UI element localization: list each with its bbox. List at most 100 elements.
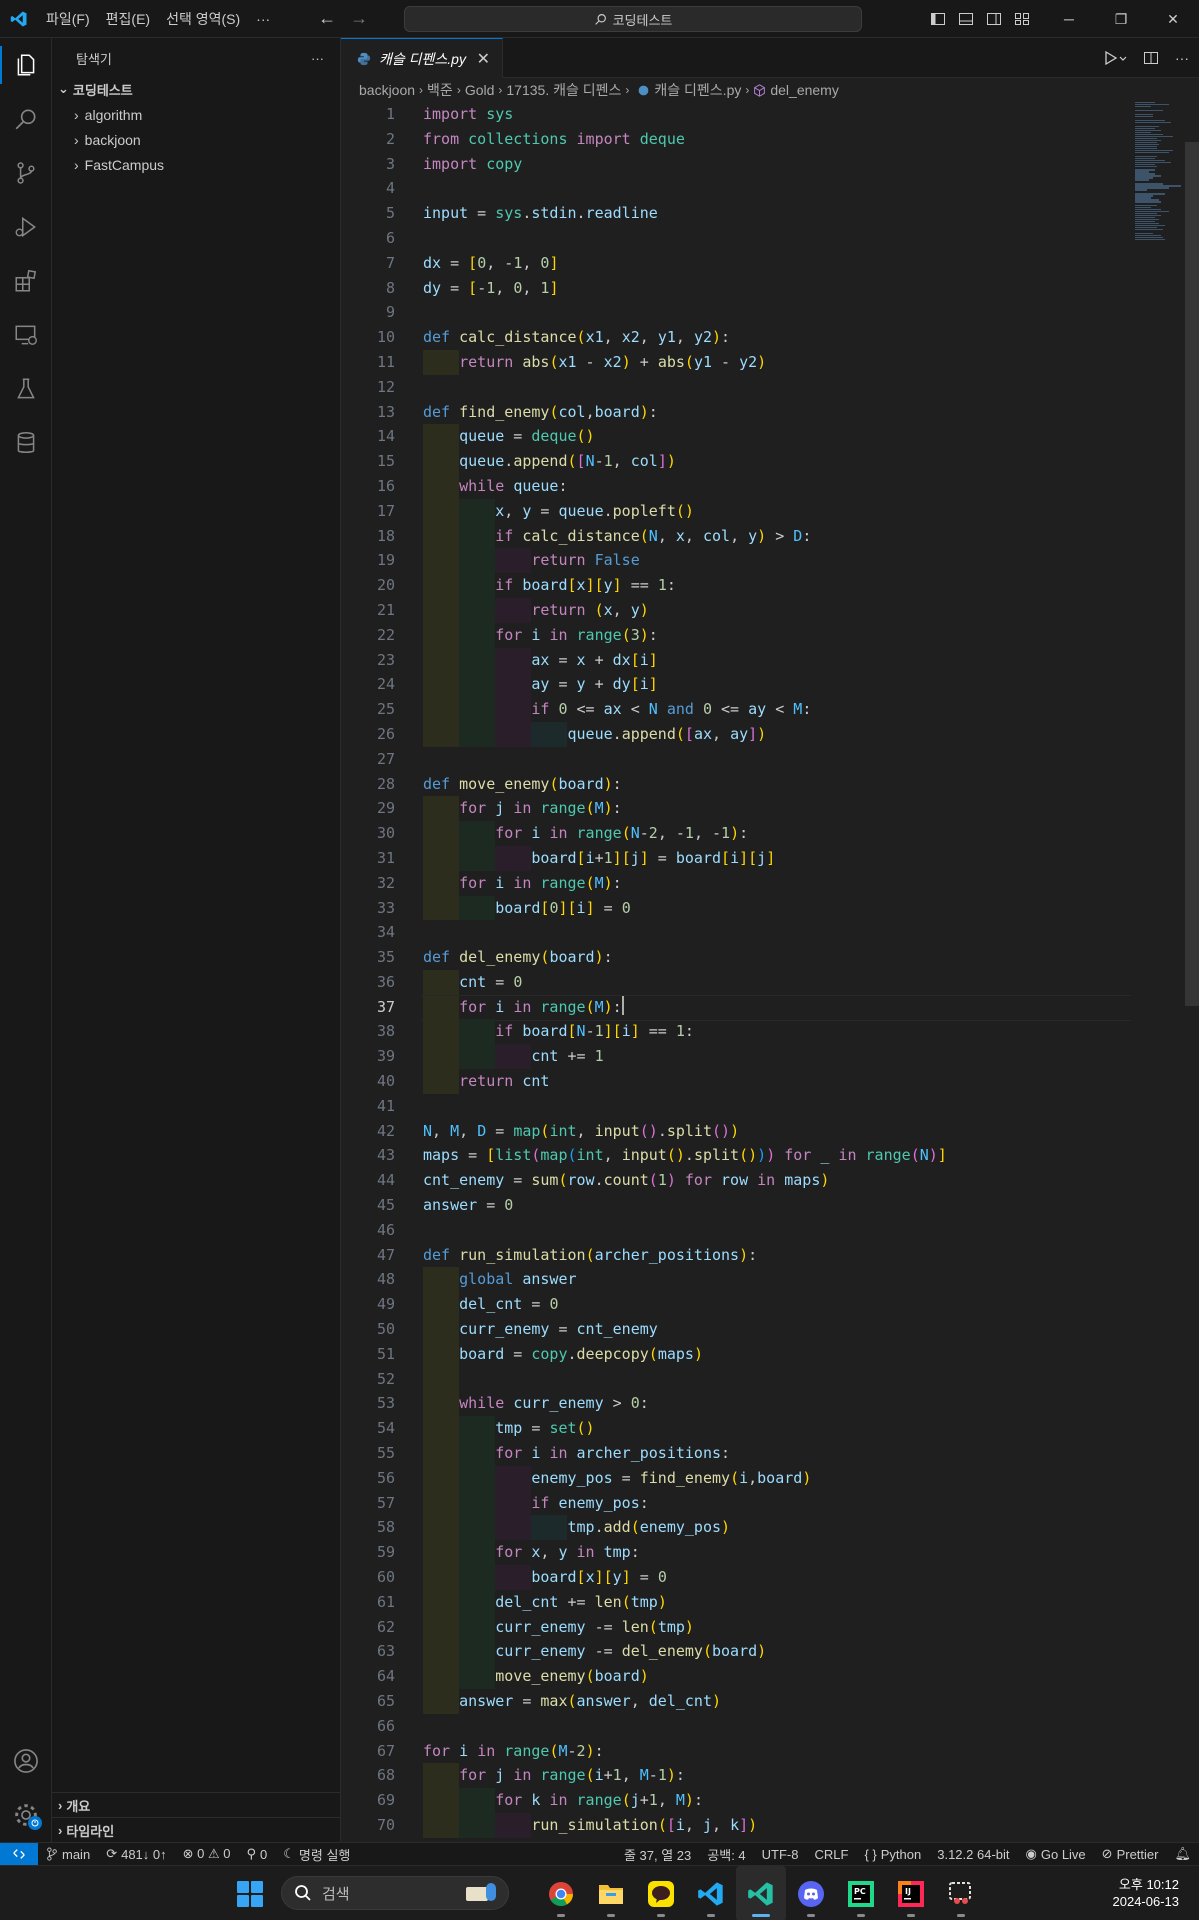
code-line[interactable]: 57 if enemy_pos: <box>341 1490 1131 1516</box>
code-line[interactable]: 61 del_cnt += len(tmp) <box>341 1589 1131 1615</box>
manage-activity[interactable] <box>0 1788 52 1842</box>
code-line[interactable]: 13 def find_enemy(col,board): <box>341 400 1131 425</box>
command-center-search[interactable]: 코딩테스트 <box>404 6 862 32</box>
code-line[interactable]: 45 answer = 0 <box>341 1193 1131 1218</box>
remote-explorer-activity[interactable] <box>0 308 52 362</box>
interpreter-status[interactable]: 3.12.2 64-bit <box>929 1847 1017 1862</box>
vertical-scrollbar[interactable] <box>1185 102 1199 1842</box>
code-line[interactable]: 33 board[0][i] = 0 <box>341 895 1131 921</box>
indentation-status[interactable]: 공백: 4 <box>699 1845 753 1864</box>
breadcrumb-item[interactable]: 캐슬 디펜스.py <box>654 80 741 100</box>
go-live-status[interactable]: ◉ Go Live <box>1018 1846 1094 1862</box>
workspace-folder-header[interactable]: ⌄ 코딩테스트 <box>52 78 340 100</box>
windows-start-icon[interactable] <box>236 1880 264 1908</box>
code-line[interactable]: 1 import sys <box>341 102 1131 127</box>
code-line[interactable]: 16 while queue: <box>341 473 1131 499</box>
code-line[interactable]: 65 answer = max(answer, del_cnt) <box>341 1689 1131 1714</box>
code-line-current[interactable]: 37 for i in range(M): <box>341 994 1131 1021</box>
minimize-button[interactable]: ─ <box>1043 0 1095 38</box>
problems-status[interactable]: ⊗ 0 ⚠ 0 <box>175 1846 239 1862</box>
restore-button[interactable]: ❐ <box>1095 0 1147 38</box>
toggle-secondary-sidebar-icon[interactable] <box>986 11 1002 27</box>
code-line[interactable]: 24 ay = y + dy[i] <box>341 672 1131 698</box>
search-activity[interactable] <box>0 92 52 146</box>
code-line[interactable]: 23 ax = x + dx[i] <box>341 647 1131 673</box>
taskbar-vscode[interactable] <box>686 1866 736 1920</box>
code-line[interactable]: 43 maps = [list(map(int, input().split())… <box>341 1143 1131 1168</box>
tree-item-algorithm[interactable]: › algorithm <box>52 102 340 127</box>
code-line[interactable]: 56 enemy_pos = find_enemy(i,board) <box>341 1465 1131 1491</box>
encoding-status[interactable]: UTF-8 <box>754 1847 807 1862</box>
prettier-status[interactable]: ⊘ Prettier <box>1094 1846 1167 1862</box>
code-line[interactable]: 32 for i in range(M): <box>341 870 1131 896</box>
code-line[interactable]: 40 return cnt <box>341 1069 1131 1094</box>
code-line[interactable]: 6 <box>341 226 1131 251</box>
code-line[interactable]: 20 if board[x][y] == 1: <box>341 573 1131 598</box>
tree-item-backjoon[interactable]: › backjoon <box>52 127 340 152</box>
code-line[interactable]: 52 <box>341 1366 1131 1392</box>
code-line[interactable]: 41 <box>341 1094 1131 1119</box>
toggle-panel-icon[interactable] <box>958 11 974 27</box>
taskbar-vscode-insiders[interactable] <box>736 1866 786 1920</box>
remote-indicator-icon[interactable] <box>0 1842 38 1866</box>
breadcrumb-item[interactable]: 17135. 캐슬 디펜스 <box>506 80 621 100</box>
run-debug-activity[interactable] <box>0 200 52 254</box>
menu-edit[interactable]: 편집(E) <box>98 0 158 38</box>
run-command-status[interactable]: ☾ 명령 실행 <box>275 1845 358 1864</box>
sidebar-more-button[interactable]: ··· <box>311 51 324 66</box>
forward-arrow-icon[interactable]: → <box>350 8 368 29</box>
eol-status[interactable]: CRLF <box>807 1847 857 1862</box>
taskbar-file-explorer[interactable] <box>586 1866 636 1920</box>
taskbar-chrome[interactable] <box>536 1866 586 1920</box>
breadcrumb-item[interactable]: Gold <box>465 82 495 98</box>
toggle-primary-sidebar-icon[interactable] <box>930 11 946 27</box>
taskbar-snipping-tool[interactable] <box>936 1866 986 1920</box>
code-line[interactable]: 67 for i in range(M-2): <box>341 1739 1131 1764</box>
code-line[interactable]: 68 for j in range(i+1, M-1): <box>341 1763 1131 1789</box>
menu-more[interactable]: ··· <box>248 0 278 38</box>
code-line[interactable]: 63 curr_enemy -= del_enemy(board) <box>341 1639 1131 1665</box>
code-line[interactable]: 26 queue.append([ax, ay]) <box>341 721 1131 747</box>
code-line[interactable]: 7 dx = [0, -1, 0] <box>341 251 1131 276</box>
breadcrumb-item[interactable]: 백준 <box>427 80 453 100</box>
code-line[interactable]: 10 def calc_distance(x1, x2, y1, y2): <box>341 325 1131 350</box>
code-line[interactable]: 54 tmp = set() <box>341 1416 1131 1442</box>
code-line[interactable]: 34 <box>341 920 1131 945</box>
database-activity[interactable] <box>0 416 52 470</box>
code-line[interactable]: 62 curr_enemy -= len(tmp) <box>341 1614 1131 1640</box>
code-line[interactable]: 60 board[x][y] = 0 <box>341 1565 1131 1590</box>
code-line[interactable]: 5 input = sys.stdin.readline <box>341 201 1131 226</box>
code-line[interactable]: 31 board[i+1][j] = board[i][j] <box>341 845 1131 871</box>
code-line[interactable]: 4 <box>341 176 1131 201</box>
cursor-position-status[interactable]: 줄 37, 열 23 <box>616 1845 699 1864</box>
code-line[interactable]: 64 move_enemy(board) <box>341 1664 1131 1689</box>
code-line[interactable]: 2 from collections import deque <box>341 127 1131 152</box>
code-line[interactable]: 12 <box>341 375 1131 400</box>
code-line[interactable]: 19 return False <box>341 548 1131 574</box>
taskbar-pycharm[interactable]: PC <box>836 1866 886 1920</box>
code-line[interactable]: 55 for i in archer_positions: <box>341 1441 1131 1466</box>
ports-status[interactable]: ⚲ 0 <box>238 1846 275 1862</box>
code-line[interactable]: 51 board = copy.deepcopy(maps) <box>341 1341 1131 1367</box>
code-line[interactable]: 48 global answer <box>341 1267 1131 1293</box>
code-line[interactable]: 38 if board[N-1][i] == 1: <box>341 1019 1131 1045</box>
taskbar-search[interactable]: 검색 <box>281 1876 509 1910</box>
sync-status[interactable]: ⟳ 481↓ 0↑ <box>98 1846 174 1862</box>
scrollbar-thumb[interactable] <box>1185 142 1199 1006</box>
code-line[interactable]: 18 if calc_distance(N, x, col, y) > D: <box>341 523 1131 549</box>
code-line[interactable]: 27 <box>341 747 1131 772</box>
taskbar-clock[interactable]: 오후 10:12 2024-06-13 <box>1113 1876 1180 1910</box>
run-python-icon[interactable] <box>1103 50 1127 66</box>
code-line[interactable]: 58 tmp.add(enemy_pos) <box>341 1515 1131 1541</box>
code-line[interactable]: 25 if 0 <= ax < N and 0 <= ay < M: <box>341 697 1131 722</box>
tree-item-fastcampus[interactable]: › FastCampus <box>52 152 340 177</box>
testing-activity[interactable] <box>0 362 52 416</box>
code-line[interactable]: 30 for i in range(N-2, -1, -1): <box>341 821 1131 846</box>
code-line[interactable]: 15 queue.append([N-1, col]) <box>341 449 1131 474</box>
notifications-status[interactable]: 🔔︎ <box>1166 1846 1199 1862</box>
code-line[interactable]: 69 for k in range(j+1, M): <box>341 1788 1131 1813</box>
code-line[interactable]: 47 def run_simulation(archer_positions): <box>341 1243 1131 1268</box>
accounts-activity[interactable] <box>0 1734 52 1788</box>
code-line[interactable]: 14 queue = deque() <box>341 424 1131 450</box>
menu-selection[interactable]: 선택 영역(S) <box>158 0 248 38</box>
